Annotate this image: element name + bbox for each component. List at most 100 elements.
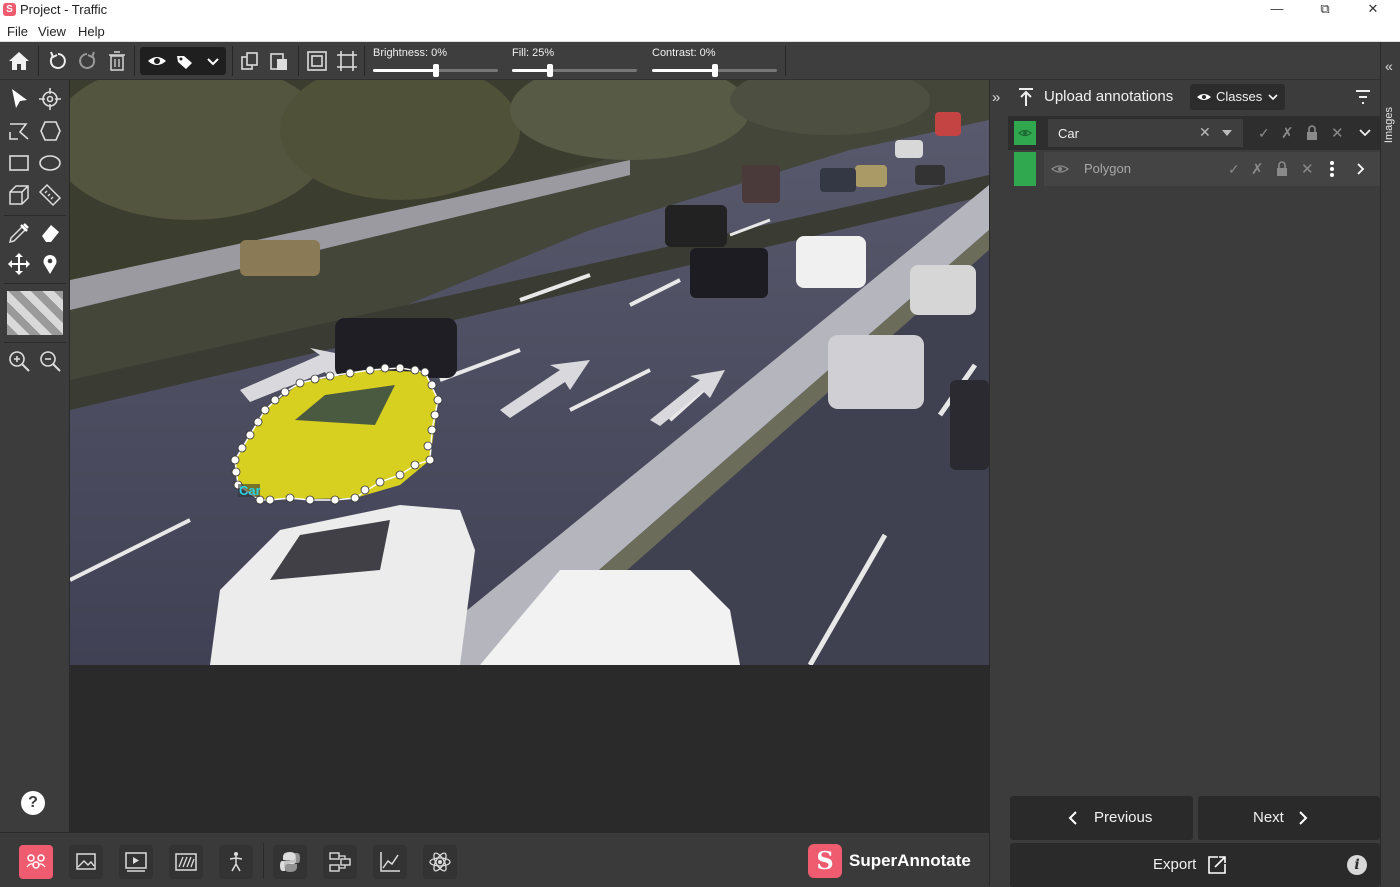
chart-icon[interactable] bbox=[373, 845, 407, 879]
slider-knob[interactable] bbox=[432, 64, 439, 77]
class-row[interactable]: Car ✕ ✓ ✗ ✕ bbox=[1008, 116, 1381, 150]
toolbar-divider bbox=[298, 46, 299, 76]
menu-help[interactable]: Help bbox=[78, 24, 105, 39]
workflow-icon[interactable] bbox=[323, 845, 357, 879]
chevron-down-icon[interactable] bbox=[200, 48, 226, 74]
brand-name: SuperAnnotate bbox=[849, 851, 971, 870]
copy-icon[interactable] bbox=[237, 48, 263, 74]
minimize-button[interactable]: — bbox=[1254, 0, 1300, 20]
info-icon[interactable]: i bbox=[1347, 855, 1367, 875]
disapprove-icon[interactable]: ✗ bbox=[1251, 160, 1264, 178]
export-button[interactable]: Export i bbox=[1010, 843, 1380, 887]
zoom-out-icon[interactable] bbox=[37, 348, 63, 374]
slider-fill bbox=[373, 69, 436, 72]
delete-instance-icon[interactable]: ✕ bbox=[1301, 160, 1314, 178]
class-color-swatch[interactable] bbox=[1014, 121, 1036, 145]
tags-icon[interactable] bbox=[172, 48, 198, 74]
images-tab-label[interactable]: Images bbox=[1383, 107, 1399, 143]
fit-icon[interactable] bbox=[304, 48, 330, 74]
disapprove-icon[interactable]: ✗ bbox=[1281, 124, 1294, 142]
upload-icon[interactable] bbox=[1016, 86, 1036, 108]
window-title: Project - Traffic bbox=[20, 2, 108, 17]
redo-icon[interactable] bbox=[74, 48, 100, 74]
top-toolbar: Brightness: 0% Fill: 25% Contrast: 0% bbox=[0, 42, 1400, 80]
previous-button[interactable]: Previous bbox=[1010, 796, 1193, 840]
classes-button[interactable]: Classes bbox=[1190, 84, 1285, 110]
python-icon[interactable] bbox=[273, 845, 307, 879]
pattern-swatch[interactable] bbox=[7, 291, 63, 335]
traffic-image[interactable]: Car bbox=[70, 80, 989, 665]
fill-label: Fill: 25% bbox=[512, 47, 555, 59]
instance-eye-icon[interactable] bbox=[1051, 162, 1069, 176]
more-options-icon[interactable] bbox=[1329, 160, 1335, 178]
brand-icon: S bbox=[808, 844, 842, 878]
images-sidebar-tab[interactable]: « Images bbox=[1380, 42, 1400, 886]
approve-icon[interactable]: ✓ bbox=[1258, 125, 1270, 142]
annotation-panel: » Upload annotations Classes Car ✕ ✓ ✗ ✕ bbox=[989, 80, 1381, 887]
fill-slider[interactable] bbox=[512, 64, 637, 77]
pin-icon[interactable] bbox=[37, 251, 63, 277]
canvas-area[interactable]: Car bbox=[70, 80, 989, 832]
eraser-icon[interactable] bbox=[37, 220, 63, 246]
class-select[interactable]: Car ✕ bbox=[1048, 119, 1243, 147]
image-project-icon[interactable] bbox=[69, 845, 103, 879]
export-label: Export bbox=[1153, 856, 1197, 873]
previous-label: Previous bbox=[1094, 809, 1153, 826]
ellipse-icon[interactable] bbox=[37, 150, 63, 176]
lock-icon[interactable] bbox=[1306, 125, 1318, 141]
slider-knob[interactable] bbox=[711, 64, 718, 77]
lock-icon[interactable] bbox=[1276, 161, 1288, 177]
brightness-slider[interactable] bbox=[373, 64, 498, 77]
move-icon[interactable] bbox=[6, 251, 32, 277]
clear-class-icon[interactable]: ✕ bbox=[1199, 124, 1211, 141]
menu-view[interactable]: View bbox=[38, 24, 66, 39]
chevron-down-icon[interactable] bbox=[1358, 128, 1372, 138]
help-icon[interactable]: ? bbox=[21, 791, 45, 815]
bottom-divider bbox=[263, 843, 264, 879]
brand-logo: S SuperAnnotate bbox=[808, 844, 988, 878]
rectangle-icon[interactable] bbox=[6, 150, 32, 176]
upload-annotations-button[interactable]: Upload annotations bbox=[1044, 88, 1173, 105]
export-icon bbox=[1208, 856, 1226, 874]
zoom-in-icon[interactable] bbox=[6, 348, 32, 374]
toolbar-divider bbox=[38, 46, 39, 76]
close-window-button[interactable]: ✕ bbox=[1350, 0, 1396, 20]
delete-class-icon[interactable]: ✕ bbox=[1331, 124, 1344, 142]
ruler-icon[interactable] bbox=[37, 182, 63, 208]
slider-knob[interactable] bbox=[546, 64, 553, 77]
cuboid-icon[interactable] bbox=[6, 182, 32, 208]
fit-selection-icon[interactable] bbox=[334, 48, 360, 74]
visibility-group bbox=[140, 47, 226, 75]
expand-images-icon[interactable]: « bbox=[1385, 58, 1393, 74]
undo-icon[interactable] bbox=[45, 48, 71, 74]
chevron-left-icon bbox=[1068, 811, 1077, 825]
home-icon[interactable] bbox=[6, 48, 32, 74]
tool-divider bbox=[4, 215, 66, 216]
restore-button[interactable]: ⧉ bbox=[1302, 0, 1348, 20]
team-icon[interactable] bbox=[19, 845, 53, 879]
neural-icon[interactable] bbox=[423, 845, 457, 879]
eye-icon[interactable] bbox=[144, 48, 170, 74]
text-project-icon[interactable] bbox=[169, 845, 203, 879]
skeleton-icon[interactable] bbox=[219, 845, 253, 879]
eyedropper-icon[interactable] bbox=[6, 220, 32, 246]
contrast-slider[interactable] bbox=[652, 64, 777, 77]
app-logo-icon: S bbox=[3, 3, 16, 16]
filter-icon[interactable] bbox=[1354, 88, 1372, 106]
annotation-label: Car bbox=[239, 483, 261, 498]
cursor-icon[interactable] bbox=[6, 86, 32, 112]
paste-icon[interactable] bbox=[266, 48, 292, 74]
chevron-right-icon bbox=[1299, 811, 1308, 825]
video-project-icon[interactable] bbox=[119, 845, 153, 879]
polyline-icon[interactable] bbox=[6, 118, 32, 144]
trash-icon[interactable] bbox=[104, 48, 130, 74]
chevron-right-icon[interactable] bbox=[1356, 162, 1366, 176]
class-dropdown-icon[interactable] bbox=[1221, 129, 1233, 137]
approve-icon[interactable]: ✓ bbox=[1228, 161, 1240, 178]
next-button[interactable]: Next bbox=[1198, 796, 1380, 840]
polygon-icon[interactable] bbox=[37, 118, 63, 144]
menu-file[interactable]: File bbox=[7, 24, 28, 39]
instance-body[interactable]: Polygon ✓ ✗ ✕ bbox=[1044, 152, 1381, 186]
instance-row[interactable]: Polygon ✓ ✗ ✕ bbox=[1008, 152, 1381, 186]
crosshair-icon[interactable] bbox=[37, 86, 63, 112]
